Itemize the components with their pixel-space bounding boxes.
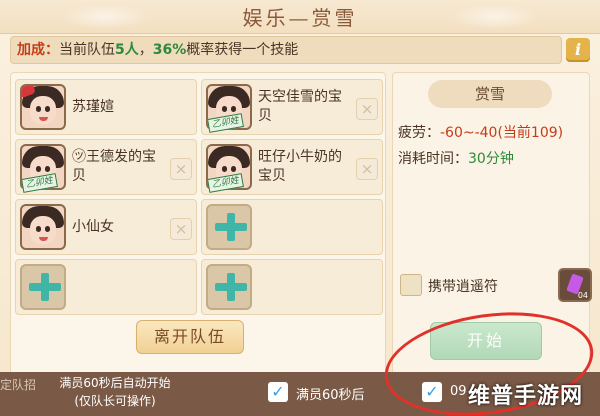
charm-count: 04	[577, 291, 588, 300]
avatar	[20, 84, 66, 130]
bonus-label: 加成：	[17, 42, 59, 58]
member-name: 小仙女	[72, 219, 114, 235]
info-icon[interactable]: i	[566, 38, 590, 62]
member-slot[interactable]: 苏瑾媗	[15, 79, 197, 135]
kick-icon[interactable]: ×	[170, 158, 192, 180]
time-label: 消耗时间：	[398, 151, 468, 167]
charm-label: 携带逍遥符	[428, 279, 498, 295]
team-count: 5人	[115, 42, 139, 58]
charm-item-icon[interactable]: 04	[558, 268, 592, 302]
member-slot[interactable]: 乙卯姓 旺仔小牛奶的宝贝 ×	[201, 139, 383, 195]
bonus-text: ，	[138, 42, 153, 58]
time-value: 30分钟	[468, 151, 514, 167]
fatigue-stat: 疲劳：-60~-40(当前109)	[398, 122, 563, 142]
event-panel: 娱乐—赏雪 加成：当前队伍5人，36%概率获得一个技能 i 苏瑾媗 乙卯姓 天空…	[0, 0, 600, 416]
member-name: 苏瑾媗	[72, 99, 114, 115]
auto-start-checkbox[interactable]: ✓	[268, 382, 288, 402]
empty-slot[interactable]	[201, 259, 383, 315]
member-slot[interactable]: 乙卯姓 ㋡王德发的宝贝 ×	[15, 139, 197, 195]
kick-icon[interactable]: ×	[356, 158, 378, 180]
bottom-left-text: 定队招	[0, 378, 37, 392]
member-slot[interactable]: 小仙女 ×	[15, 199, 197, 255]
kick-icon[interactable]: ×	[356, 98, 378, 120]
empty-slot[interactable]	[201, 199, 383, 255]
auto-start-label: 满员60秒后	[296, 388, 365, 403]
fatigue-current: (当前109)	[497, 125, 564, 141]
tip-line: 满员60秒后自动开始	[59, 376, 171, 390]
page-title: 娱乐—赏雪	[242, 6, 358, 30]
time-stat: 消耗时间：30分钟	[398, 148, 514, 168]
bonus-text: 概率获得一个技能	[186, 42, 299, 58]
activity-title: 赏雪	[428, 80, 552, 108]
title-bar: 娱乐—赏雪	[0, 0, 600, 34]
member-name: 天空佳雪的宝贝	[258, 89, 342, 124]
member-name: 旺仔小牛奶的宝贝	[258, 149, 342, 184]
watermark: 维普手游网	[468, 384, 584, 409]
member-name: ㋡王德发的宝贝	[72, 149, 156, 184]
leave-team-button[interactable]: 离开队伍	[136, 320, 244, 354]
bonus-text: 当前队伍	[59, 42, 115, 58]
member-slot[interactable]: 乙卯姓 天空佳雪的宝贝 ×	[201, 79, 383, 135]
kick-icon[interactable]: ×	[170, 218, 192, 240]
skill-chance: 36%	[152, 42, 187, 58]
tip-line: (仅队长可操作)	[74, 394, 156, 408]
fatigue-value: -60~-40	[440, 125, 498, 141]
add-member-icon[interactable]	[20, 264, 66, 310]
auto-start-tip: 满员60秒后自动开始 (仅队长可操作)	[40, 374, 190, 410]
add-member-icon[interactable]	[206, 264, 252, 310]
fatigue-label: 疲劳：	[398, 125, 440, 141]
avatar	[20, 204, 66, 250]
empty-slot[interactable]	[15, 259, 197, 315]
charm-checkbox[interactable]	[400, 274, 422, 296]
bonus-strip: 加成：当前队伍5人，36%概率获得一个技能	[10, 36, 562, 64]
add-member-icon[interactable]	[206, 204, 252, 250]
